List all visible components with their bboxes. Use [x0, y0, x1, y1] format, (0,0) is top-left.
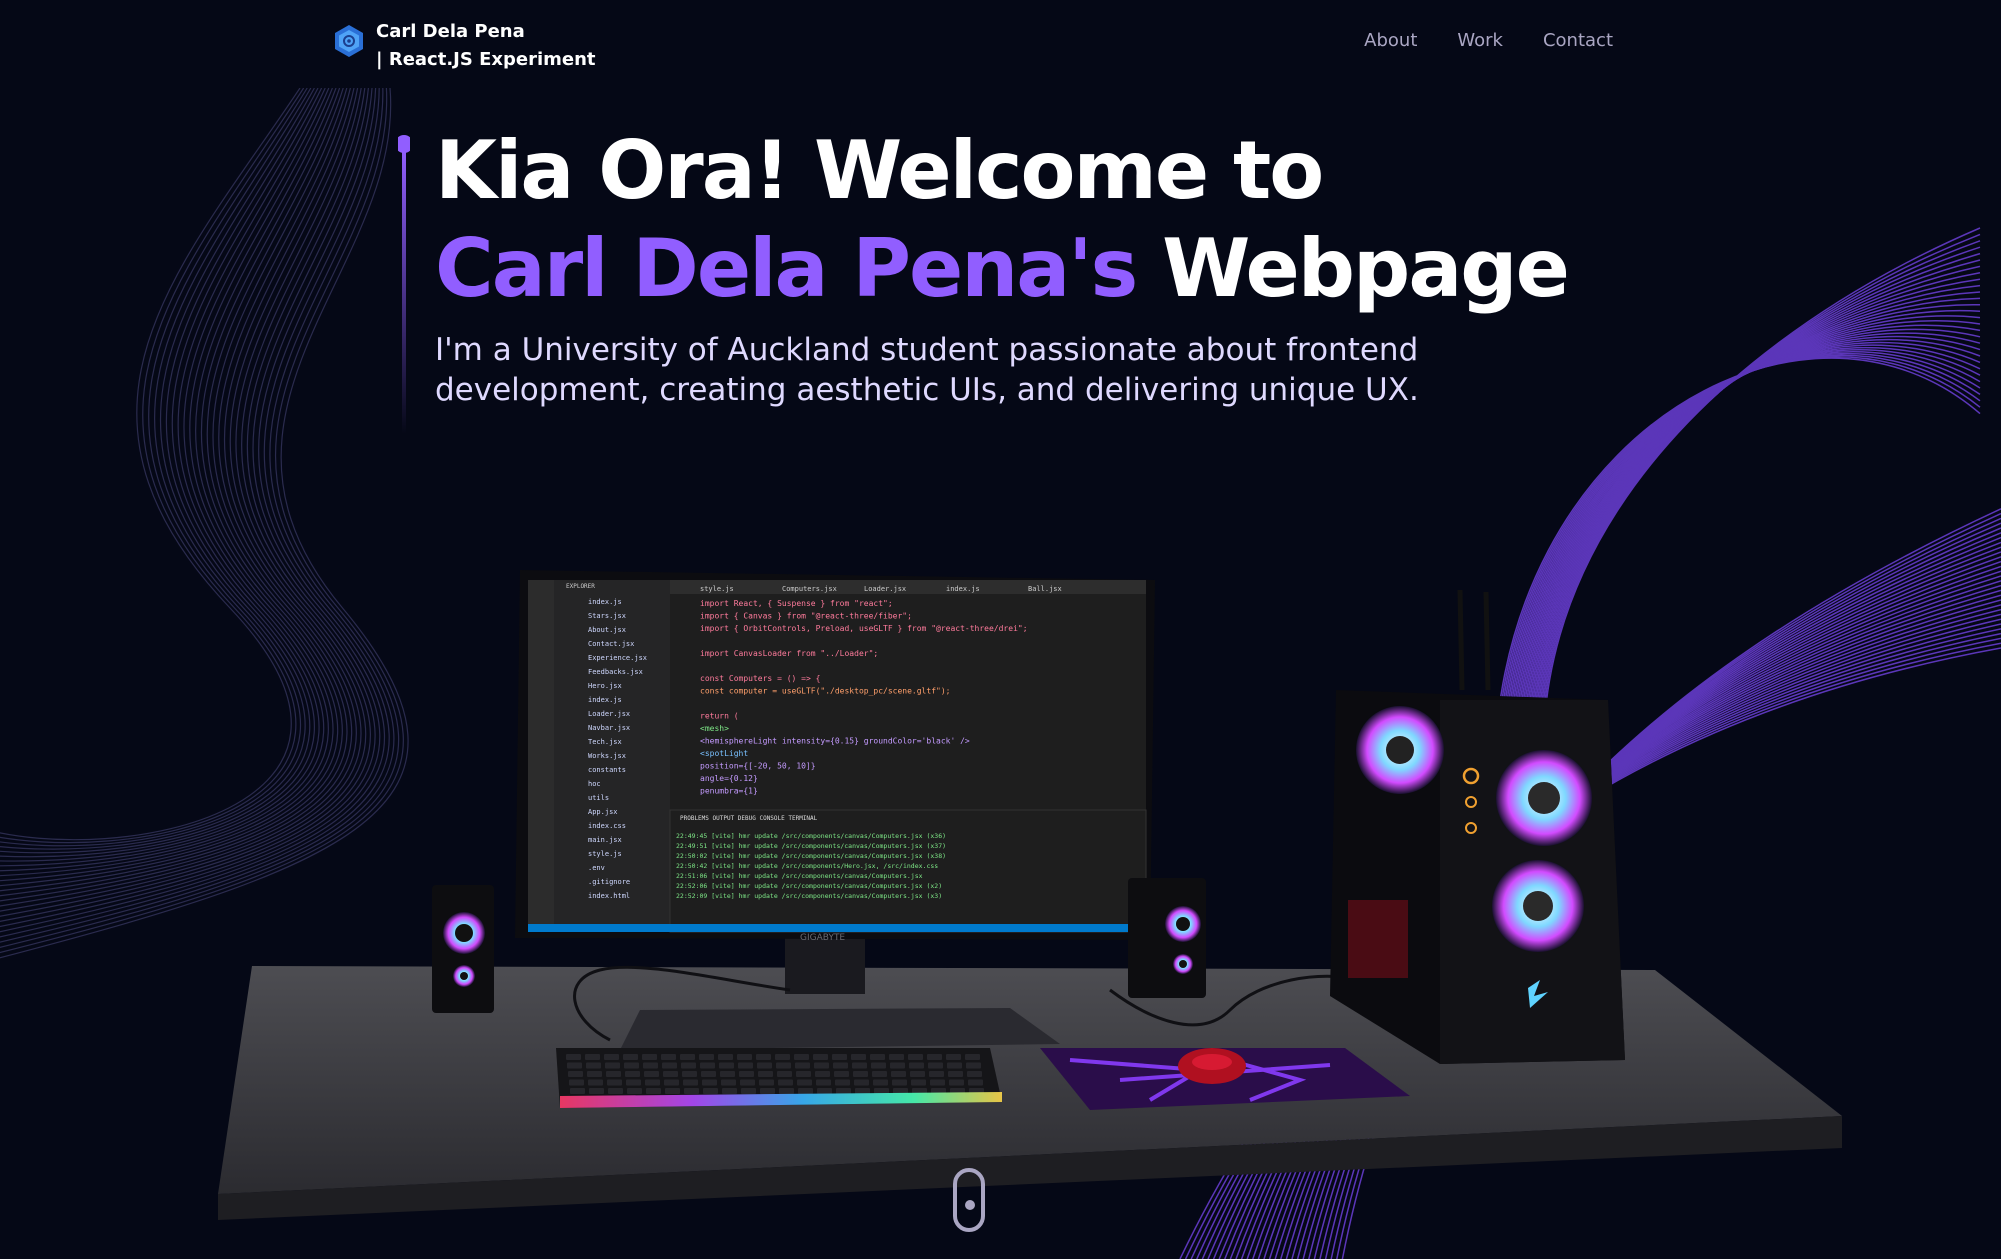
code-line: const computer = useGLTF("./desktop_pc/s…: [700, 687, 950, 696]
editor-tab[interactable]: Computers.jsx: [782, 585, 837, 593]
editor-tab[interactable]: Ball.jsx: [1028, 585, 1062, 593]
mouse-scroll-icon[interactable]: [953, 1168, 985, 1232]
code-line: <spotLight: [700, 749, 748, 758]
brand-name: Carl Dela Pena: [376, 21, 525, 42]
code-line: import { Canvas } from "@react-three/fib…: [700, 612, 912, 621]
explorer-file[interactable]: App.jsx: [588, 808, 618, 816]
hero-section: Kia Ora! Welcome to Carl Dela Pena's Web…: [435, 122, 1635, 410]
code-line: import CanvasLoader from "../Loader";: [700, 649, 878, 658]
explorer-file[interactable]: Contact.jsx: [588, 640, 634, 648]
code-line: import React, { Suspense } from "react";: [700, 599, 893, 608]
monitor-brand: GIGABYTE: [800, 933, 845, 943]
nav-links: About Work Contact: [1364, 30, 1613, 51]
speaker-left: [432, 885, 494, 1013]
explorer-file[interactable]: Works.jsx: [588, 752, 626, 760]
explorer-file[interactable]: Experience.jsx: [588, 654, 647, 662]
hero-title-line1: Kia Ora! Welcome to: [435, 124, 1324, 217]
terminal-line: 22:52:09 [vite] hmr update /src/componen…: [676, 892, 942, 900]
navbar: Carl Dela Pena | React.JS Experiment Abo…: [0, 0, 2001, 88]
terminal-line: 22:49:45 [vite] hmr update /src/componen…: [676, 832, 946, 840]
explorer-file[interactable]: index.css: [588, 822, 626, 830]
editor-terminal: [669, 809, 1147, 933]
explorer-file[interactable]: .gitignore: [588, 878, 630, 886]
brand-link[interactable]: Carl Dela Pena | React.JS Experiment: [332, 18, 596, 74]
explorer-file[interactable]: index.js: [588, 696, 622, 704]
code-line: const Computers = () => {: [700, 674, 820, 683]
explorer-file[interactable]: Loader.jsx: [588, 710, 630, 718]
explorer-file[interactable]: Stars.jsx: [588, 612, 626, 620]
hexagon-logo-icon: [335, 25, 363, 57]
code-line: position={[-20, 50, 10]}: [700, 762, 816, 771]
terminal-line: 22:51:06 [vite] hmr update /src/componen…: [676, 872, 923, 880]
terminal-line: 22:50:02 [vite] hmr update /src/componen…: [676, 852, 946, 860]
explorer-file[interactable]: Feedbacks.jsx: [588, 668, 643, 676]
code-line: import { OrbitControls, Preload, useGLTF…: [700, 624, 1028, 633]
explorer-file[interactable]: hoc: [588, 780, 601, 788]
desktop-pc-scene[interactable]: EXPLORER index.js Stars.jsx About.jsx Conta…: [0, 540, 2001, 1259]
explorer-file[interactable]: Tech.jsx: [588, 738, 622, 746]
keyboard: [556, 1048, 1002, 1108]
nav-link-work[interactable]: Work: [1457, 30, 1503, 51]
explorer-file[interactable]: utils: [588, 794, 609, 802]
explorer-file[interactable]: style.js: [588, 850, 622, 858]
terminal-line: 22:50:42 [vite] hmr update /src/componen…: [676, 862, 938, 870]
code-line: return (: [700, 712, 739, 721]
explorer-file[interactable]: Hero.jsx: [588, 682, 622, 690]
explorer-file[interactable]: main.jsx: [588, 836, 622, 844]
svg-text:PROBLEMS OUTPUT DEBUG CONS: PROBLEMS OUTPUT DEBUG CONSOLE TERMINAL: [680, 815, 818, 822]
explorer-file[interactable]: Navbar.jsx: [588, 724, 630, 732]
nav-link-about[interactable]: About: [1364, 30, 1417, 51]
hero-title: Kia Ora! Welcome to Carl Dela Pena's Web…: [435, 122, 1635, 318]
code-line: penumbra={1}: [700, 787, 758, 796]
editor-tab[interactable]: Loader.jsx: [864, 585, 906, 593]
nav-link-contact[interactable]: Contact: [1543, 30, 1613, 51]
hero-title-rest: Webpage: [1162, 222, 1570, 315]
speaker-right: [1128, 878, 1206, 998]
code-line: <mesh>: [700, 724, 729, 733]
explorer-file[interactable]: .env: [588, 864, 605, 872]
pc-tower: [1330, 589, 1625, 1064]
svg-text:EXPLORER: EXPLORER: [566, 583, 595, 590]
brand-tagline: | React.JS Experiment: [376, 49, 596, 70]
code-line: <hemisphereLight intensity={0.15} ground…: [700, 737, 970, 746]
explorer-file[interactable]: index.html: [588, 892, 630, 900]
monitor: EXPLORER index.js Stars.jsx About.jsx Conta…: [515, 570, 1155, 943]
terminal-line: 22:52:06 [vite] hmr update /src/componen…: [676, 882, 942, 890]
editor-tab[interactable]: index.js: [946, 585, 980, 593]
editor-tabs: [670, 580, 1146, 594]
terminal-line: 22:49:51 [vite] hmr update /src/componen…: [676, 842, 946, 850]
explorer-file[interactable]: About.jsx: [588, 626, 626, 634]
explorer-file[interactable]: index.js: [588, 598, 622, 606]
hero-accent-line: [398, 135, 410, 434]
hero-title-name: Carl Dela Pena's: [435, 222, 1138, 315]
code-line: angle={0.12}: [700, 774, 758, 783]
editor-tab[interactable]: style.js: [700, 585, 734, 593]
hero-subtitle: I'm a University of Auckland student pas…: [435, 332, 1419, 408]
explorer-file[interactable]: constants: [588, 766, 626, 774]
scroll-dot: [965, 1200, 975, 1210]
